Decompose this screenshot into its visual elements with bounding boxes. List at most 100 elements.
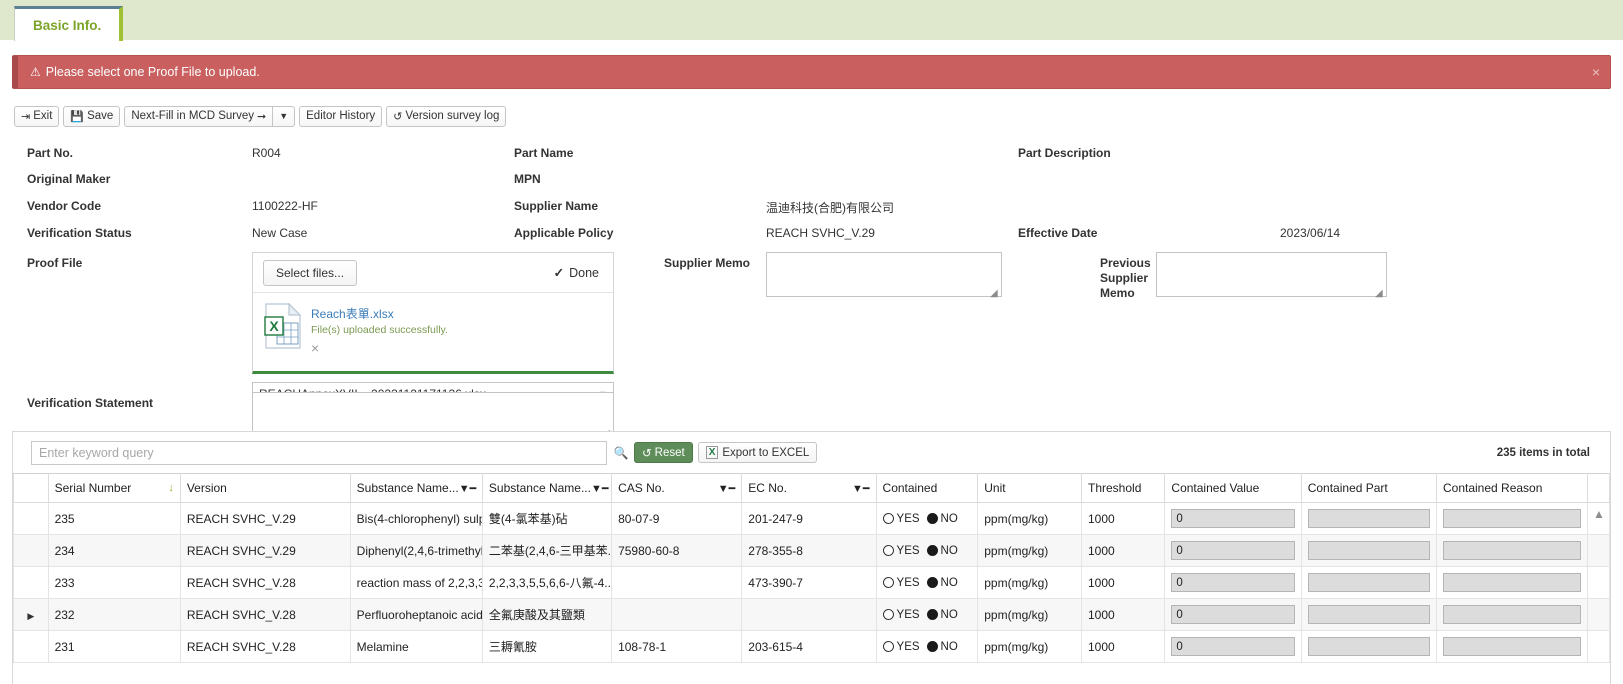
contained-yes-radio[interactable] [882,545,894,556]
reset-button[interactable]: ↺ Reset [634,442,693,463]
cell-contained-reason[interactable] [1435,630,1588,663]
cell-contained-value[interactable] [1164,566,1302,599]
tab-basic-info[interactable]: Basic Info. [14,6,124,41]
contained-value-input[interactable] [1171,573,1295,592]
contained-yes-radio[interactable] [882,641,894,652]
column-header-serial-number[interactable]: Serial Number ↓ [47,473,181,503]
cell-unit: ppm(mg/kg) [977,502,1082,535]
close-icon[interactable]: × [1592,65,1600,79]
expand-triangle-icon[interactable]: ▶ [27,611,34,621]
cell-contained[interactable]: YES NO [875,502,979,535]
uploaded-file-name[interactable]: Reach表單.xlsx [311,305,448,322]
column-header-contained-reason[interactable]: Contained Reason [1435,473,1588,503]
column-header-version[interactable]: Version [179,473,351,503]
table-row[interactable]: ▶ 232 REACH SVHC_V.28 Perfluoroheptanoic ac… [13,598,1611,631]
remove-file-icon[interactable]: × [311,340,319,356]
cell-contained-part[interactable] [1300,502,1437,535]
row-expand-toggle[interactable] [13,502,49,535]
filter-icon[interactable]: ▼━ [852,482,870,495]
upload-header: Select files... ✓ Done [253,253,613,293]
filter-icon[interactable]: ▼━ [718,482,736,495]
row-expand-toggle[interactable] [13,566,49,599]
table-row[interactable]: 231 REACH SVHC_V.28 Melamine 三耨氰胺 108-78-1 20… [13,630,1611,663]
scroll-up-icon[interactable]: ▲ [1593,508,1607,520]
next-fill-button[interactable]: Next-Fill in MCD Survey ➞ [124,105,273,127]
contained-reason-input[interactable] [1442,509,1581,528]
contained-no-radio[interactable] [926,609,938,620]
column-header-cas-no[interactable]: CAS No. ▼━ [611,473,743,503]
table-header-row: Serial Number ↓ Version Substance Name..… [13,473,1611,503]
contained-part-input[interactable] [1307,509,1430,528]
column-header-substance-name-en[interactable]: Substance Name... ▼━ [349,473,483,503]
supplier-memo-input[interactable] [766,252,1002,297]
column-header-threshold[interactable]: Threshold [1080,473,1166,503]
column-header-contained-value[interactable]: Contained Value [1164,473,1302,503]
cell-contained[interactable]: YES NO [875,534,979,567]
alert-message: Please select one Proof File to upload. [45,65,260,79]
cell-contained[interactable]: YES NO [875,630,979,663]
grid-toolbar: 🔍 ↺ Reset X Export to EXCEL 235 items in… [13,432,1610,473]
cell-contained-reason[interactable] [1435,598,1588,631]
cell-contained-value[interactable] [1164,502,1302,535]
contained-no-radio[interactable] [926,545,938,556]
contained-reason-input[interactable] [1442,541,1581,560]
cell-contained-value[interactable] [1164,534,1302,567]
cell-contained-part[interactable] [1300,566,1437,599]
contained-yes-radio[interactable] [882,577,894,588]
column-header-contained-part[interactable]: Contained Part [1300,473,1437,503]
contained-part-input[interactable] [1307,637,1430,656]
column-header-unit[interactable]: Unit [977,473,1082,503]
table-row[interactable]: 234 REACH SVHC_V.29 Diphenyl(2,4,6-trimeth… [13,534,1611,567]
contained-no-radio[interactable] [926,577,938,588]
column-header-contained[interactable]: Contained [875,473,979,503]
file-upload-widget: Select files... ✓ Done X Reach表單.xlsx Fi… [252,252,614,374]
column-header-substance-name-zh[interactable]: Substance Name... ▼━ [481,473,613,503]
cell-contained-value[interactable] [1164,630,1302,663]
editor-history-button[interactable]: Editor History [299,105,383,127]
contained-reason-input[interactable] [1442,637,1581,656]
mpn-label: MPN [514,172,541,186]
cell-contained-part[interactable] [1300,534,1437,567]
cell-unit: ppm(mg/kg) [977,630,1082,663]
export-to-excel-button[interactable]: X Export to EXCEL [697,442,818,463]
contained-no-radio[interactable] [926,513,938,524]
contained-reason-input[interactable] [1442,605,1581,624]
version-survey-log-button[interactable]: ↺ Version survey log [386,105,507,127]
filter-icon[interactable]: ▼━ [459,482,477,495]
cell-contained[interactable]: YES NO [875,566,979,599]
cell-contained-reason[interactable] [1435,502,1588,535]
next-fill-split-button: Next-Fill in MCD Survey ➞ ▼ [124,105,296,127]
select-files-button[interactable]: Select files... [263,259,358,286]
cell-contained-part[interactable] [1300,598,1437,631]
cell-contained-reason[interactable] [1435,566,1588,599]
contained-yes-radio[interactable] [882,609,894,620]
table-row[interactable]: 233 REACH SVHC_V.28 reaction mass of 2,2,3… [13,566,1611,599]
contained-part-input[interactable] [1307,605,1430,624]
row-expand-toggle[interactable] [13,534,49,567]
cell-contained-reason[interactable] [1435,534,1588,567]
sort-descending-icon[interactable]: ↓ [168,482,174,494]
row-expand-toggle[interactable]: ▶ [13,598,49,631]
cell-contained[interactable]: YES NO [875,598,979,631]
contained-value-input[interactable] [1171,605,1295,624]
cell-scroll-spacer [1586,566,1611,599]
save-button[interactable]: 💾 Save [63,105,121,127]
exit-button[interactable]: ⇥ Exit [14,105,60,127]
contained-value-input[interactable] [1171,509,1295,528]
contained-value-input[interactable] [1171,541,1295,560]
search-input[interactable] [31,440,607,465]
contained-value-input[interactable] [1171,637,1295,656]
row-expand-toggle[interactable] [13,630,49,663]
contained-part-input[interactable] [1307,541,1430,560]
next-fill-dropdown-toggle[interactable]: ▼ [272,105,296,127]
cell-contained-part[interactable] [1300,630,1437,663]
contained-reason-input[interactable] [1442,573,1581,592]
cell-contained-value[interactable] [1164,598,1302,631]
contained-part-input[interactable] [1307,573,1430,592]
search-icon[interactable]: 🔍 [612,446,630,460]
contained-no-radio[interactable] [926,641,938,652]
contained-yes-radio[interactable] [882,513,894,524]
filter-icon[interactable]: ▼━ [591,482,609,495]
table-row[interactable]: 235 REACH SVHC_V.29 Bis(4-chlorophenyl) su… [13,502,1611,535]
column-header-ec-no[interactable]: EC No. ▼━ [741,473,877,503]
